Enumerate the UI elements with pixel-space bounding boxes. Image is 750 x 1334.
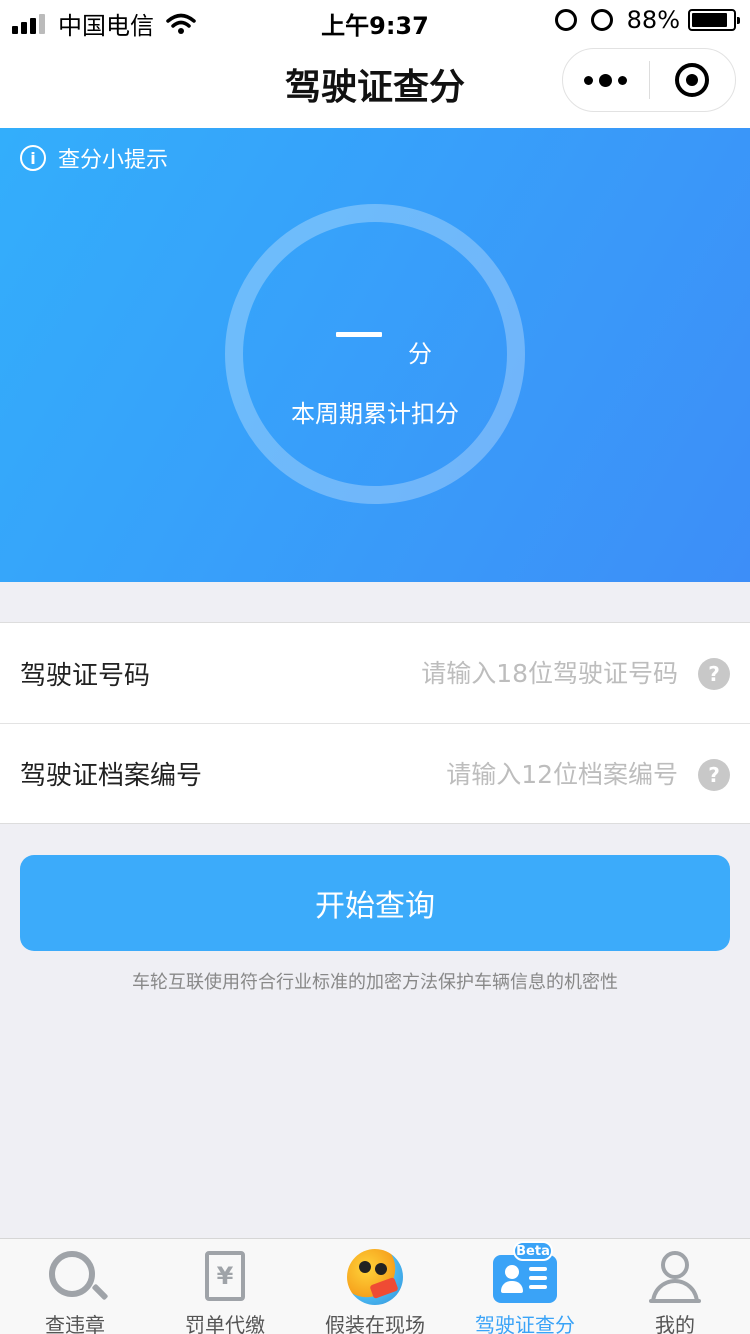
score-caption: 本周期累计扣分	[291, 400, 459, 428]
mini-program-capsule	[562, 48, 736, 112]
target-close-icon[interactable]	[650, 48, 736, 112]
score-unit: 分	[408, 340, 432, 368]
tab-mine[interactable]: 我的	[600, 1239, 750, 1334]
score-value-placeholder	[336, 332, 382, 337]
tab-label: 我的	[655, 1313, 695, 1334]
license-number-row: 驾驶证号码 ?	[0, 623, 750, 723]
beta-badge: Beta	[513, 1241, 553, 1261]
security-note: 车轮互联使用符合行业标准的加密方法保护车辆信息的机密性	[132, 972, 618, 993]
tab-pretend-on-site[interactable]: 假装在现场	[300, 1239, 450, 1334]
person-icon	[647, 1249, 703, 1305]
tab-violations[interactable]: 查违章	[0, 1239, 150, 1334]
info-icon: i	[20, 145, 46, 171]
tab-label: 查违章	[45, 1313, 105, 1334]
query-form: 驾驶证号码 ? 驾驶证档案编号 ?	[0, 622, 750, 824]
more-dots-icon[interactable]	[563, 48, 649, 112]
alarm-icon	[590, 9, 613, 31]
license-number-input[interactable]	[258, 653, 678, 693]
status-bar: 中国电信 上午9:37 88%	[0, 0, 750, 40]
navigation-bar: 驾驶证查分	[0, 40, 750, 128]
battery-icon	[688, 9, 740, 31]
search-icon	[47, 1249, 103, 1305]
tab-label: 假装在现场	[325, 1313, 425, 1334]
start-query-button[interactable]: 开始查询	[20, 855, 730, 951]
mascot-icon	[347, 1249, 403, 1305]
help-icon[interactable]: ?	[698, 658, 730, 690]
tab-bar: 查违章 ¥ 罚单代缴 假装在现场 Beta 驾驶证查分 我的	[0, 1238, 750, 1334]
score-tip-link[interactable]: i 查分小提示	[20, 142, 168, 174]
tab-license-score[interactable]: Beta 驾驶证查分	[450, 1239, 600, 1334]
tab-label: 驾驶证查分	[475, 1313, 575, 1334]
score-tip-label: 查分小提示	[58, 148, 169, 173]
rotation-lock-icon	[554, 9, 577, 31]
receipt-yuan-icon: ¥	[197, 1249, 253, 1305]
score-hero: i 查分小提示 — 分 本周期累计扣分	[0, 128, 750, 582]
id-card-icon: Beta	[493, 1241, 557, 1305]
help-icon[interactable]: ?	[698, 759, 730, 791]
battery-percent: 88%	[626, 6, 680, 34]
battery-fill	[692, 13, 728, 27]
file-number-label: 驾驶证档案编号	[20, 761, 203, 791]
status-right: 88%	[554, 6, 740, 34]
score-ring: — 分 本周期累计扣分	[225, 204, 525, 504]
tab-label: 罚单代缴	[185, 1313, 265, 1334]
file-number-row: 驾驶证档案编号 ?	[0, 723, 750, 823]
file-number-input[interactable]	[258, 754, 678, 794]
license-number-label: 驾驶证号码	[20, 660, 151, 691]
tab-fine-payment[interactable]: ¥ 罚单代缴	[150, 1239, 300, 1334]
